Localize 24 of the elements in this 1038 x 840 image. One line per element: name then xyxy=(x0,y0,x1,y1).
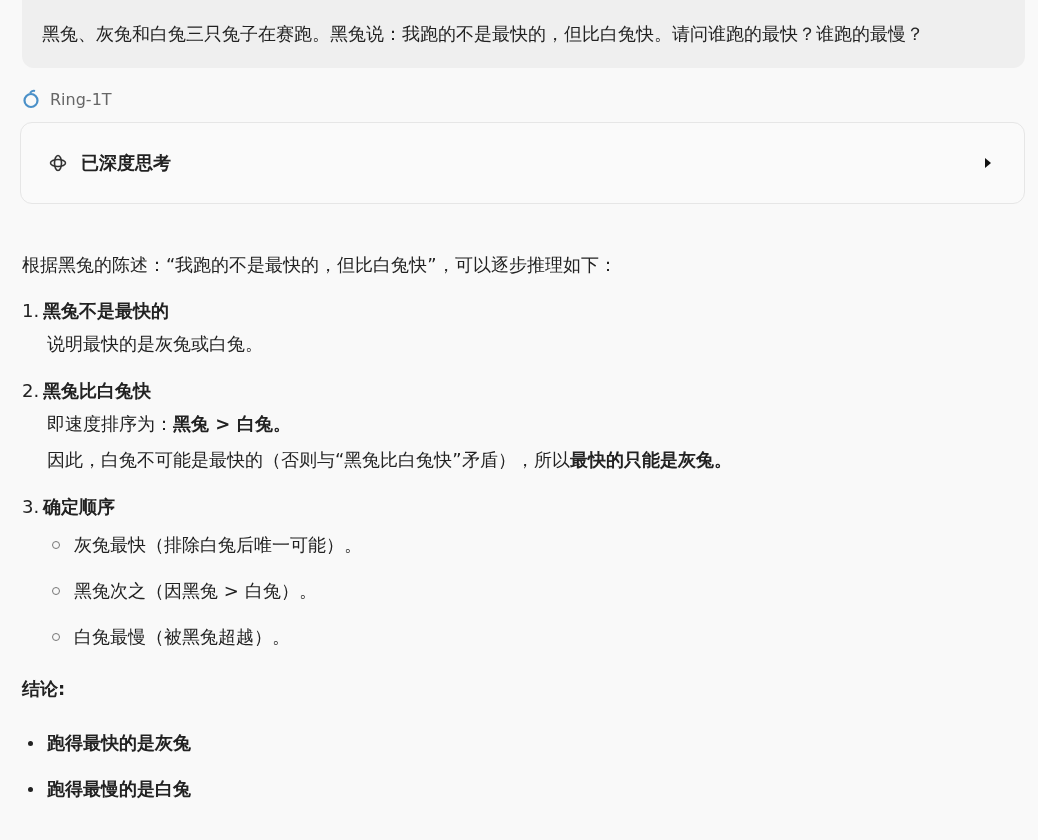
conclusion-text: 跑得最快的是灰兔 xyxy=(47,731,191,755)
bullet-icon xyxy=(28,740,33,746)
step-number: 2. xyxy=(22,379,40,403)
step-number: 3. xyxy=(22,495,40,519)
bullet-text: 白兔最慢（被黑兔超越）。 xyxy=(74,625,290,649)
step-text: 因此，白兔不可能是最快的（否则与“黑兔比白兔快”矛盾），所以最快的只能是灰兔。 xyxy=(46,448,733,472)
step-title: 确定顺序 xyxy=(43,495,116,519)
caret-icon xyxy=(984,158,992,168)
bullet-text: 灰兔最快（排除白兔后唯一可能）。 xyxy=(74,533,362,557)
thinking-toggle[interactable]: 已深度思考 xyxy=(20,122,1025,204)
answer-intro: 根据黑兔的陈述：“我跑的不是最快的，但比白兔快”，可以逐步推理如下： xyxy=(22,253,618,277)
step-title: 黑兔比白兔快 xyxy=(43,379,152,403)
step-text: 即速度排序为：黑兔 > 白兔。 xyxy=(46,412,292,436)
question-text: 黑兔、灰兔和白兔三只兔子在赛跑。黑兔说：我跑的不是最快的，但比白兔快。请问谁跑的最快？谁跑的最慢？ xyxy=(42,22,925,46)
step-title: 黑兔不是最快的 xyxy=(43,299,170,323)
conclusion-text: 跑得最慢的是白兔 xyxy=(47,777,191,801)
ring-logo-icon xyxy=(22,89,40,109)
bullet-text: 黑兔次之（因黑兔 > 白兔）。 xyxy=(74,579,317,603)
step-number: 1. xyxy=(22,299,40,323)
conclusion-heading: 结论: xyxy=(22,677,67,701)
atom-icon xyxy=(49,154,67,172)
step-text: 说明最快的是灰兔或白兔。 xyxy=(46,332,264,356)
bullet-icon xyxy=(28,786,33,792)
model-name: Ring-1T xyxy=(50,89,112,109)
